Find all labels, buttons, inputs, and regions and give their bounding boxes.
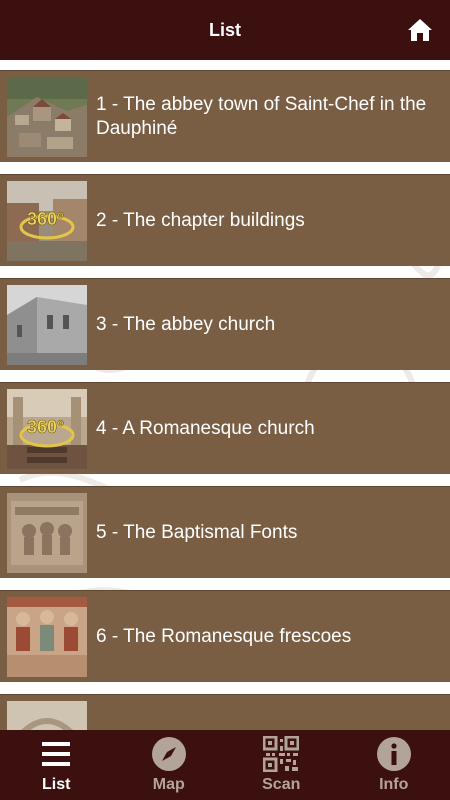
fresco-photo bbox=[7, 597, 87, 677]
list-item[interactable]: 360° 2 - The chapter buildings bbox=[0, 174, 450, 266]
bottom-navigation: List Map Scan Info bbox=[0, 730, 450, 800]
nav-list-label: List bbox=[42, 776, 71, 793]
list-item[interactable]: 6 - The Romanesque frescoes bbox=[0, 590, 450, 682]
nav-map-label: Map bbox=[152, 776, 185, 793]
nav-map[interactable]: Map bbox=[113, 730, 226, 800]
list-item[interactable]: 5 - The Baptismal Fonts bbox=[0, 486, 450, 578]
list-item[interactable]: 360° 4 - A Romanesque church bbox=[0, 382, 450, 474]
list-item[interactable] bbox=[0, 694, 450, 730]
360-panorama-nave: 360° bbox=[7, 389, 87, 469]
nav-info[interactable]: Info bbox=[338, 730, 450, 800]
qr-code-icon bbox=[263, 736, 300, 772]
badge-text: 360° bbox=[27, 417, 64, 437]
item-label: 1 - The abbey town of Saint-Chef in the … bbox=[96, 94, 427, 139]
item-label: 3 - The abbey church bbox=[96, 314, 276, 335]
carved-stone-photo bbox=[7, 493, 87, 573]
item-label: 2 - The chapter buildings bbox=[96, 210, 305, 231]
list-item[interactable]: 1 - The abbey town of Saint-Chef in the … bbox=[0, 70, 450, 162]
nav-scan-label: Scan bbox=[262, 776, 301, 793]
badge-text: 360° bbox=[27, 209, 64, 229]
compass-icon bbox=[151, 736, 187, 772]
town-aerial-photo bbox=[7, 77, 87, 157]
info-icon bbox=[376, 736, 412, 772]
page-title: List bbox=[208, 19, 241, 40]
nav-info-label: Info bbox=[379, 776, 409, 793]
church-exterior-photo bbox=[7, 285, 87, 365]
list-icon bbox=[38, 736, 74, 772]
list-item[interactable]: 3 - The abbey church bbox=[0, 278, 450, 370]
top-bar: List bbox=[0, 0, 450, 60]
home-button[interactable] bbox=[406, 16, 434, 44]
360-panorama-courtyard: 360° bbox=[7, 181, 87, 261]
nav-scan[interactable]: Scan bbox=[225, 730, 338, 800]
item-list[interactable]: 1 - The abbey town of Saint-Chef in the … bbox=[0, 60, 450, 730]
item-label: 4 - A Romanesque church bbox=[96, 418, 315, 439]
item-label: 5 - The Baptismal Fonts bbox=[96, 522, 298, 543]
home-icon bbox=[408, 19, 432, 41]
interior-photo bbox=[7, 701, 87, 730]
nav-list[interactable]: List bbox=[0, 730, 113, 800]
360-badge-icon: 360° bbox=[19, 209, 75, 240]
360-badge-icon: 360° bbox=[19, 417, 75, 448]
item-label: 6 - The Romanesque frescoes bbox=[96, 626, 352, 647]
